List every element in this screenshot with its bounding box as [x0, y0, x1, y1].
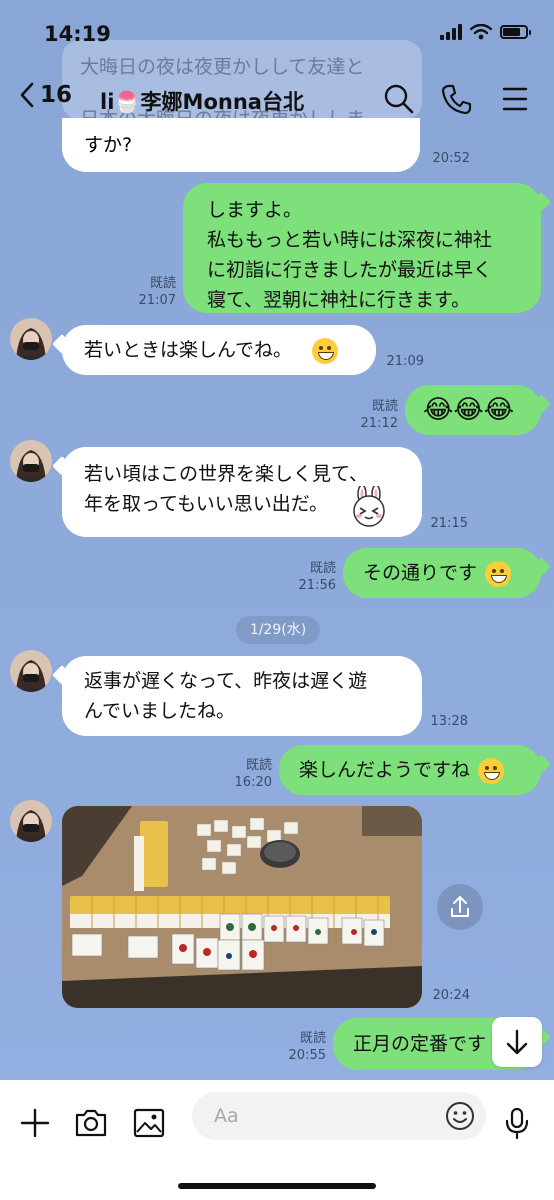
share-button[interactable] — [437, 884, 483, 930]
message-bubble-mine: その通りです — [343, 548, 541, 598]
message-bubble-mine: 楽しんだようですね — [279, 745, 541, 795]
avatar-image — [10, 440, 52, 482]
message-time: 21:15 — [430, 516, 468, 531]
arrow-down-icon — [506, 1029, 528, 1055]
chat-header: 16 li🍧李娜Monna台北 — [0, 70, 554, 130]
chat-background: 大晦日の夜は夜更かしして友達と 日本の大晦日の夜は夜更かししま すか? 20:5… — [0, 0, 554, 1080]
message-time: 21:09 — [386, 354, 424, 369]
chat-title[interactable]: li🍧李娜Monna台北 — [100, 86, 304, 116]
emoji-button[interactable] — [444, 1100, 476, 1132]
search-button[interactable] — [382, 82, 416, 116]
avatar[interactable] — [10, 650, 52, 692]
message-time: 21:07 — [138, 293, 176, 308]
share-icon — [451, 895, 469, 917]
message-text: 返事が遅くなって、昨夜は遅く遊 — [84, 670, 368, 692]
status-time: 14:19 — [44, 22, 111, 46]
home-indicator — [178, 1183, 376, 1189]
message-text: 私ももっと若い時には深夜に神社 — [207, 229, 493, 251]
read-receipt: 既読 — [309, 561, 336, 576]
message-text: しますよ。 — [207, 199, 303, 221]
message-text: 楽しんだようですね — [299, 759, 471, 781]
message-bubble-mine: しますよ。 私ももっと若い時には深夜に神社 に初詣に行きましたが最近は早く 寝て… — [183, 183, 541, 313]
message-time: 20:52 — [432, 151, 470, 166]
message-time: 16:20 — [234, 775, 272, 790]
microphone-icon — [505, 1107, 529, 1140]
message-text: すか? — [84, 134, 133, 156]
message-bubble-their: 返事が遅くなって、昨夜は遅く遊 んでいましたね。 — [62, 656, 422, 736]
voice-button[interactable] — [498, 1104, 536, 1142]
call-button[interactable] — [440, 82, 474, 116]
hand-over-mouth-emoji-icon — [478, 757, 505, 784]
message-text: に初詣に行きましたが最近は早く — [207, 259, 493, 281]
message-time: 21:12 — [360, 416, 398, 431]
message-time: 20:24 — [432, 988, 470, 1003]
grin-emoji-icon — [312, 337, 339, 364]
message-bubble-mine: 😂😂😂 — [405, 385, 541, 435]
avatar-image — [10, 650, 52, 692]
camera-button[interactable] — [72, 1104, 110, 1142]
message-time: 20:55 — [288, 1048, 326, 1063]
wifi-icon — [470, 24, 492, 40]
photo-message[interactable] — [62, 806, 422, 1008]
message-time: 21:56 — [298, 578, 336, 593]
camera-icon — [75, 1109, 107, 1137]
avatar[interactable] — [10, 440, 52, 482]
avatar[interactable] — [10, 800, 52, 842]
input-placeholder: Aa — [214, 1105, 239, 1127]
read-receipt: 既読 — [371, 399, 398, 414]
status-bar: 14:19 — [0, 0, 554, 70]
menu-icon — [502, 87, 528, 111]
smiley-icon — [446, 1102, 474, 1130]
add-button[interactable] — [16, 1104, 54, 1142]
menu-button[interactable] — [498, 82, 532, 116]
read-receipt: 既読 — [299, 1031, 326, 1046]
message-text: 若いときは楽しんでね。 — [84, 339, 293, 361]
date-separator: 1/29(水) — [236, 616, 320, 644]
mahjong-tiles-photo — [62, 806, 422, 1008]
image-icon — [133, 1108, 165, 1138]
rabbit-sticker-icon — [353, 486, 385, 527]
message-text: 正月の定番です — [353, 1033, 487, 1055]
battery-icon — [500, 25, 531, 39]
read-receipt: 既読 — [149, 276, 176, 291]
grin-emoji-icon — [485, 560, 512, 587]
message-time: 13:28 — [430, 714, 468, 729]
scroll-to-bottom-button[interactable] — [492, 1017, 542, 1067]
search-icon — [384, 84, 414, 114]
message-text: んでいましたね。 — [84, 700, 236, 722]
signal-icon — [440, 24, 462, 40]
message-text: 若い頃はこの世界を楽しく見て、 — [84, 463, 369, 485]
message-bubble-their: 若いときは楽しんでね。 — [62, 325, 376, 375]
avatar-image — [10, 800, 52, 842]
message-text: その通りです — [363, 562, 478, 584]
phone-icon — [441, 84, 472, 115]
avatar[interactable] — [10, 318, 52, 360]
read-receipt: 既読 — [245, 758, 272, 773]
gallery-button[interactable] — [130, 1104, 168, 1142]
plus-icon — [20, 1108, 50, 1138]
chevron-left-icon — [20, 82, 34, 108]
avatar-image — [10, 318, 52, 360]
message-text: 寝て、翌朝に神社に行きます。 — [207, 289, 471, 311]
message-input[interactable]: Aa — [192, 1092, 486, 1140]
message-text: 😂😂😂 — [423, 395, 515, 425]
back-button[interactable]: 16 — [18, 80, 72, 110]
unread-count: 16 — [40, 82, 73, 108]
